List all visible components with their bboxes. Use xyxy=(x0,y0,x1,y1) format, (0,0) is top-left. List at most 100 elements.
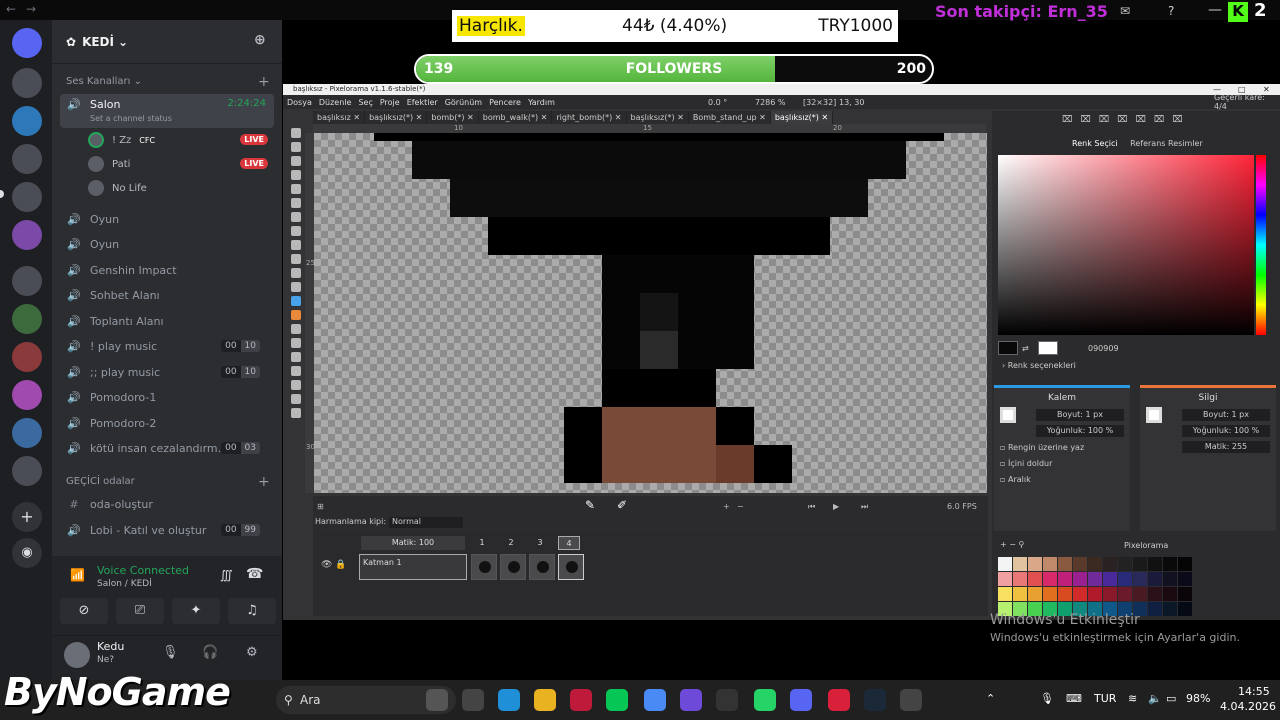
add-channel-icon[interactable]: + xyxy=(258,74,270,90)
color-options-toggle[interactable]: › Renk seçenekleri xyxy=(1002,361,1076,370)
menu-item[interactable]: Efektler xyxy=(407,98,438,107)
pen-icon[interactable] xyxy=(716,689,738,711)
visibility-icon[interactable]: 👁 xyxy=(321,560,332,570)
palette-swatch[interactable] xyxy=(1178,557,1192,571)
server-icon[interactable] xyxy=(12,220,42,250)
folder-icon[interactable] xyxy=(534,689,556,711)
channel-item[interactable]: # oda-oluştur xyxy=(60,492,274,516)
project-tab[interactable]: başlıksız(*) ✕ xyxy=(365,111,428,124)
rectangle-icon[interactable] xyxy=(291,380,301,390)
color-picker-icon[interactable] xyxy=(291,282,301,292)
cel-thumbnail[interactable] xyxy=(500,554,526,580)
zoom-icon[interactable] xyxy=(291,240,301,250)
palette-swatch[interactable] xyxy=(998,572,1012,586)
disconnect-icon[interactable]: ☎ xyxy=(246,566,263,582)
palette-select[interactable]: Pixelorama xyxy=(1124,541,1168,550)
palette-swatch[interactable] xyxy=(1088,587,1102,601)
back-icon[interactable]: ← xyxy=(6,2,16,16)
palette-add-icon[interactable]: + − ⚲ xyxy=(1000,540,1024,549)
channel-item[interactable]: 🔊;; play music 00 10 xyxy=(60,360,274,384)
task-view-icon[interactable] xyxy=(462,689,484,711)
text-icon[interactable] xyxy=(291,268,301,278)
palette-swatch[interactable] xyxy=(1028,572,1042,586)
channel-topic[interactable]: Set a channel status xyxy=(90,114,172,123)
add-frame-icon[interactable]: + xyxy=(723,502,730,511)
zoom-field[interactable]: 7286 % xyxy=(755,98,786,107)
paint-select-icon[interactable] xyxy=(291,212,301,222)
opacity-field[interactable]: Matik: 100 xyxy=(361,536,465,550)
server-icon[interactable] xyxy=(12,106,42,136)
server-icon[interactable] xyxy=(12,418,42,448)
language-indicator[interactable]: TUR xyxy=(1094,692,1116,705)
palette-swatch[interactable] xyxy=(1133,587,1147,601)
layer-row[interactable]: Katman 1 xyxy=(359,554,467,580)
server-icon[interactable] xyxy=(12,182,42,212)
palette-swatch[interactable] xyxy=(1178,572,1192,586)
gear-icon[interactable]: ⚙ xyxy=(246,645,258,660)
cel-thumbnail[interactable] xyxy=(529,554,555,580)
server-icon[interactable] xyxy=(12,342,42,372)
palette-swatch[interactable] xyxy=(1043,587,1057,601)
palette-swatch[interactable] xyxy=(1148,587,1162,601)
eraser-icon[interactable] xyxy=(291,310,301,320)
frame-number[interactable]: 3 xyxy=(529,536,551,550)
palette-swatch[interactable] xyxy=(1073,557,1087,571)
menu-item[interactable]: Görünüm xyxy=(445,98,482,107)
inbox-icon[interactable]: ✉ xyxy=(1120,4,1130,18)
channel-item[interactable]: 🔊 Lobi - Katıl ve oluştur 00 99 xyxy=(60,518,274,542)
project-tab-active[interactable]: başlıksız(*) ✕ xyxy=(770,111,834,124)
palette-swatch[interactable] xyxy=(1073,572,1087,586)
palette-swatch[interactable] xyxy=(1073,587,1087,601)
saturation-value-picker[interactable] xyxy=(998,155,1254,335)
obs-icon[interactable] xyxy=(900,689,922,711)
palette-swatch[interactable] xyxy=(1163,557,1177,571)
voice-user[interactable]: ! Zz CFC xyxy=(88,130,155,150)
microphone-icon[interactable]: 🎙 xyxy=(162,645,179,660)
headphones-icon[interactable]: 🎧 xyxy=(202,645,218,660)
palette-swatch[interactable] xyxy=(1148,572,1162,586)
secondary-color-swatch[interactable] xyxy=(1038,341,1058,355)
server-header[interactable]: ✿ KEDİ ⌄ ⊕ xyxy=(52,20,282,64)
battery-icon[interactable]: ▭ xyxy=(1166,692,1176,705)
server-icon[interactable] xyxy=(12,304,42,334)
project-tab[interactable]: Bomb_stand_up ✕ xyxy=(688,111,771,124)
minimize-icon[interactable]: — xyxy=(1208,2,1222,18)
menu-item[interactable]: Dosya xyxy=(287,98,312,107)
palette-swatch[interactable] xyxy=(1088,557,1102,571)
frame-number[interactable]: 1 xyxy=(471,536,493,550)
rotation-field[interactable]: 0.0 ° xyxy=(708,98,727,107)
avatar[interactable] xyxy=(64,642,90,668)
tab-color-picker[interactable]: Renk Seçici xyxy=(1072,139,1118,148)
ellipse-select-icon[interactable] xyxy=(291,142,301,152)
clock-time[interactable]: 14:55 xyxy=(1238,685,1270,698)
palette-swatch[interactable] xyxy=(1028,587,1042,601)
server-icon[interactable] xyxy=(12,266,42,296)
lock-icon[interactable]: 🔒 xyxy=(335,560,346,570)
clock-date[interactable]: 4.04.2026 xyxy=(1220,700,1276,713)
user-name[interactable]: Kedu xyxy=(97,640,124,653)
chrome-icon[interactable] xyxy=(644,689,666,711)
channel-item[interactable]: 🔊 kötü insan cezalandırm... 00 03 xyxy=(60,436,274,460)
pan-icon[interactable] xyxy=(291,254,301,264)
shading-icon[interactable] xyxy=(291,338,301,348)
channel-item[interactable]: 🔊 Oyun xyxy=(60,207,274,231)
palette-swatch[interactable] xyxy=(1133,572,1147,586)
palette-swatch[interactable] xyxy=(1118,572,1132,586)
channel-item[interactable]: 🔊! play music 00 10 xyxy=(60,334,274,358)
last-frame-icon[interactable]: ⏭ xyxy=(861,502,868,512)
spacing-checkbox[interactable]: ▫ Aralık xyxy=(1000,475,1031,484)
channel-salon[interactable]: 🔊 Salon Set a channel status 2:24:24 xyxy=(60,94,274,128)
brush-preview[interactable] xyxy=(1146,407,1162,423)
drawing-canvas[interactable] xyxy=(314,133,987,493)
channel-item[interactable]: 🔊 Genshin Impact xyxy=(60,258,274,282)
transform-icons[interactable]: ⌧⌧⌧⌧⌧⌧⌧ xyxy=(1062,115,1191,125)
palette-swatch[interactable] xyxy=(1013,572,1027,586)
cel-thumbnail[interactable] xyxy=(558,554,584,580)
palette-swatch[interactable] xyxy=(1148,557,1162,571)
channel-item[interactable]: 🔊 Oyun xyxy=(60,232,274,256)
fps-field[interactable]: 6.0 FPS xyxy=(947,502,977,511)
3d-shape-icon[interactable] xyxy=(291,408,301,418)
magic-wand-icon[interactable] xyxy=(291,184,301,194)
pencil-icon[interactable] xyxy=(291,296,301,306)
camera-off-button[interactable]: ⊘ xyxy=(60,598,108,624)
